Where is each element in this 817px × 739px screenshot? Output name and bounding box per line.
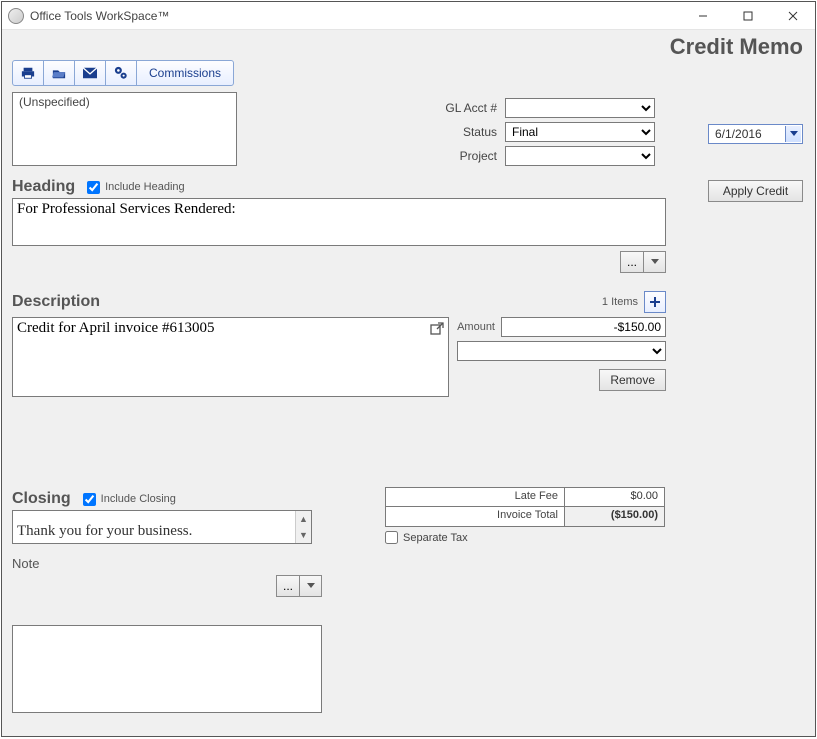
include-closing-checkbox[interactable]	[83, 493, 96, 506]
right-panel: 6/1/2016 Apply Credit	[708, 124, 803, 202]
heading-dropdown-button[interactable]	[644, 251, 666, 273]
separate-tax-row[interactable]: Separate Tax	[385, 531, 665, 544]
maximize-icon	[743, 11, 753, 21]
page-title: Credit Memo	[670, 34, 803, 60]
separate-tax-label: Separate Tax	[403, 532, 468, 544]
remove-button[interactable]: Remove	[599, 369, 666, 391]
amount-label: Amount	[457, 321, 495, 333]
amount-row: Amount	[457, 317, 666, 337]
note-label: Note	[12, 556, 805, 571]
scroll-down-icon[interactable]: ▼	[296, 527, 311, 543]
closing-left: Closing Include Closing Thank you for yo…	[12, 490, 312, 544]
chevron-down-icon	[307, 583, 315, 589]
expand-button[interactable]	[429, 321, 445, 337]
heading-textarea[interactable]	[12, 198, 666, 246]
commissions-button[interactable]: Commissions	[137, 61, 233, 85]
heading-label: Heading	[12, 178, 75, 196]
date-picker[interactable]: 6/1/2016	[708, 124, 803, 144]
closing-scrollbar[interactable]: ▲ ▼	[295, 511, 311, 543]
app-window: Office Tools WorkSpace™ Credit Memo	[1, 1, 816, 737]
amount-input[interactable]	[501, 317, 666, 337]
invoice-total-value: ($150.00)	[564, 507, 664, 526]
description-label: Description	[12, 293, 100, 311]
closing-textarea[interactable]: Thank you for your business.	[13, 511, 295, 543]
apply-credit-button[interactable]: Apply Credit	[708, 180, 803, 202]
description-textarea[interactable]	[13, 318, 448, 396]
date-value: 6/1/2016	[715, 127, 762, 141]
invoice-total-row: Invoice Total ($150.00)	[385, 507, 665, 527]
note-textarea[interactable]	[12, 625, 322, 713]
separate-tax-checkbox[interactable]	[385, 531, 398, 544]
chevron-down-icon	[651, 259, 659, 265]
project-label: Project	[385, 149, 505, 163]
toolbar: Commissions	[12, 60, 805, 86]
maximize-button[interactable]	[725, 2, 770, 30]
app-icon	[8, 8, 24, 24]
gl-acct-select[interactable]	[505, 98, 655, 118]
folder-open-icon	[52, 66, 66, 80]
note-actions: ...	[12, 575, 322, 597]
popout-icon	[429, 321, 445, 337]
description-category-select[interactable]	[457, 341, 666, 361]
content-area: Credit Memo Commissions (Unsp	[2, 30, 815, 736]
totals-panel: Late Fee $0.00 Invoice Total ($150.00) S…	[385, 487, 665, 544]
email-icon	[83, 67, 97, 79]
closing-textarea-wrap: Thank you for your business. ▲ ▼	[12, 510, 312, 544]
invoice-total-label: Invoice Total	[386, 507, 564, 526]
description-header: Description 1 Items	[12, 291, 666, 313]
close-button[interactable]	[770, 2, 815, 30]
toolbar-group: Commissions	[12, 60, 234, 86]
email-button[interactable]	[75, 61, 106, 85]
date-dropdown[interactable]	[785, 126, 801, 142]
scroll-up-icon[interactable]: ▲	[296, 511, 311, 527]
heading-section: Heading Include Heading	[12, 178, 805, 196]
heading-more-button[interactable]: ...	[620, 251, 644, 273]
include-heading-label: Include Heading	[105, 181, 185, 193]
print-button[interactable]	[13, 61, 44, 85]
settings-button[interactable]	[106, 61, 137, 85]
print-icon	[21, 66, 35, 80]
closing-row: Closing Include Closing Thank you for yo…	[12, 487, 805, 544]
late-fee-label: Late Fee	[386, 488, 564, 506]
status-label: Status	[385, 125, 505, 139]
project-select[interactable]	[505, 146, 655, 166]
plus-icon	[649, 296, 661, 308]
window-title: Office Tools WorkSpace™	[30, 9, 169, 23]
open-button[interactable]	[44, 61, 75, 85]
late-fee-row: Late Fee $0.00	[385, 487, 665, 507]
include-closing-label: Include Closing	[101, 493, 176, 505]
gears-icon	[114, 66, 128, 80]
include-heading-checkbox-row[interactable]: Include Heading	[87, 181, 185, 194]
close-icon	[788, 11, 798, 21]
closing-label: Closing	[12, 490, 71, 508]
late-fee-value[interactable]: $0.00	[564, 488, 664, 506]
note-dropdown-button[interactable]	[300, 575, 322, 597]
heading-actions: ...	[12, 251, 666, 273]
description-textarea-wrap	[12, 317, 449, 397]
description-item-count: 1 Items	[602, 296, 638, 308]
minimize-icon	[698, 11, 708, 21]
minimize-button[interactable]	[680, 2, 725, 30]
include-heading-checkbox[interactable]	[87, 181, 100, 194]
description-side: Amount Remove	[457, 317, 666, 397]
include-closing-checkbox-row[interactable]: Include Closing	[83, 493, 176, 506]
description-body: Amount Remove	[12, 317, 666, 397]
top-area: (Unspecified) GL Acct # Status Final Pro…	[12, 92, 805, 166]
contact-box[interactable]: (Unspecified)	[12, 92, 237, 166]
note-more-button[interactable]: ...	[276, 575, 300, 597]
titlebar: Office Tools WorkSpace™	[2, 2, 815, 30]
gl-acct-label: GL Acct #	[385, 101, 505, 115]
status-select[interactable]: Final	[505, 122, 655, 142]
field-grid: GL Acct # Status Final Project	[385, 92, 655, 166]
chevron-down-icon	[790, 131, 798, 137]
add-line-button[interactable]	[644, 291, 666, 313]
